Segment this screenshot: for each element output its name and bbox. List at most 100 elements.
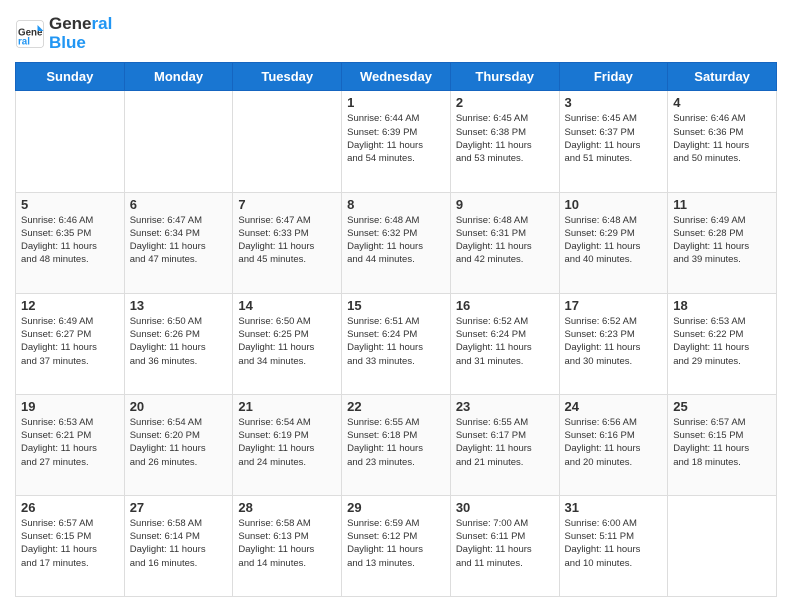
day-info: Sunrise: 6:44 AMSunset: 6:39 PMDaylight:… bbox=[347, 112, 445, 165]
day-number: 2 bbox=[456, 95, 554, 110]
day-info: Sunrise: 7:00 AMSunset: 6:11 PMDaylight:… bbox=[456, 517, 554, 570]
day-number: 30 bbox=[456, 500, 554, 515]
weekday-header-monday: Monday bbox=[124, 63, 233, 91]
calendar-cell: 12Sunrise: 6:49 AMSunset: 6:27 PMDayligh… bbox=[16, 293, 125, 394]
day-info: Sunrise: 6:55 AMSunset: 6:18 PMDaylight:… bbox=[347, 416, 445, 469]
day-number: 4 bbox=[673, 95, 771, 110]
day-number: 27 bbox=[130, 500, 228, 515]
day-number: 17 bbox=[565, 298, 663, 313]
day-number: 8 bbox=[347, 197, 445, 212]
day-number: 28 bbox=[238, 500, 336, 515]
day-info: Sunrise: 6:48 AMSunset: 6:31 PMDaylight:… bbox=[456, 214, 554, 267]
calendar-cell: 2 Sunrise: 6:45 AMSunset: 6:38 PMDaylight… bbox=[450, 91, 559, 192]
calendar-cell: 5 Sunrise: 6:46 AMSunset: 6:35 PMDaylight… bbox=[16, 192, 125, 293]
day-number: 13 bbox=[130, 298, 228, 313]
logo-text: GeneralBlue bbox=[49, 15, 112, 52]
day-info: Sunrise: 6:49 AMSunset: 6:27 PMDaylight:… bbox=[21, 315, 119, 368]
day-info: Sunrise: 6:52 AMSunset: 6:24 PMDaylight:… bbox=[456, 315, 554, 368]
day-number: 6 bbox=[130, 197, 228, 212]
calendar-cell: 20Sunrise: 6:54 AMSunset: 6:20 PMDayligh… bbox=[124, 394, 233, 495]
day-info: Sunrise: 6:49 AMSunset: 6:28 PMDaylight:… bbox=[673, 214, 771, 267]
svg-text:ral: ral bbox=[18, 36, 30, 47]
day-info: Sunrise: 6:50 AMSunset: 6:26 PMDaylight:… bbox=[130, 315, 228, 368]
weekday-header-saturday: Saturday bbox=[668, 63, 777, 91]
day-info: Sunrise: 6:52 AMSunset: 6:23 PMDaylight:… bbox=[565, 315, 663, 368]
calendar-cell: 16 Sunrise: 6:52 AMSunset: 6:24 PMDayligh… bbox=[450, 293, 559, 394]
day-number: 29 bbox=[347, 500, 445, 515]
calendar-cell: 3Sunrise: 6:45 AMSunset: 6:37 PMDaylight… bbox=[559, 91, 668, 192]
day-info: Sunrise: 6:48 AMSunset: 6:29 PMDaylight:… bbox=[565, 214, 663, 267]
day-info: Sunrise: 6:51 AMSunset: 6:24 PMDaylight:… bbox=[347, 315, 445, 368]
calendar-cell: 14 Sunrise: 6:50 AMSunset: 6:25 PMDayligh… bbox=[233, 293, 342, 394]
week-row-2: 12Sunrise: 6:49 AMSunset: 6:27 PMDayligh… bbox=[16, 293, 777, 394]
calendar-cell: 11 Sunrise: 6:49 AMSunset: 6:28 PMDayligh… bbox=[668, 192, 777, 293]
calendar-cell: 6Sunrise: 6:47 AMSunset: 6:34 PMDaylight… bbox=[124, 192, 233, 293]
calendar-cell: 8 Sunrise: 6:48 AMSunset: 6:32 PMDaylight… bbox=[342, 192, 451, 293]
calendar-cell: 24 Sunrise: 6:56 AMSunset: 6:16 PMDayligh… bbox=[559, 394, 668, 495]
day-number: 10 bbox=[565, 197, 663, 212]
weekday-header-sunday: Sunday bbox=[16, 63, 125, 91]
logo-icon: Gene ral bbox=[15, 19, 45, 49]
day-info: Sunrise: 6:55 AMSunset: 6:17 PMDaylight:… bbox=[456, 416, 554, 469]
calendar-cell: 29 Sunrise: 6:59 AMSunset: 6:12 PMDayligh… bbox=[342, 495, 451, 596]
day-info: Sunrise: 6:53 AMSunset: 6:21 PMDaylight:… bbox=[21, 416, 119, 469]
day-number: 20 bbox=[130, 399, 228, 414]
calendar-cell bbox=[668, 495, 777, 596]
day-number: 19 bbox=[21, 399, 119, 414]
calendar-cell bbox=[124, 91, 233, 192]
day-info: Sunrise: 6:59 AMSunset: 6:12 PMDaylight:… bbox=[347, 517, 445, 570]
day-number: 25 bbox=[673, 399, 771, 414]
day-number: 21 bbox=[238, 399, 336, 414]
day-info: Sunrise: 6:54 AMSunset: 6:19 PMDaylight:… bbox=[238, 416, 336, 469]
weekday-header-wednesday: Wednesday bbox=[342, 63, 451, 91]
calendar-cell: 28 Sunrise: 6:58 AMSunset: 6:13 PMDayligh… bbox=[233, 495, 342, 596]
day-number: 31 bbox=[565, 500, 663, 515]
calendar-cell: 22Sunrise: 6:55 AMSunset: 6:18 PMDayligh… bbox=[342, 394, 451, 495]
day-number: 16 bbox=[456, 298, 554, 313]
calendar-cell: 1 Sunrise: 6:44 AMSunset: 6:39 PMDaylight… bbox=[342, 91, 451, 192]
day-number: 18 bbox=[673, 298, 771, 313]
day-number: 3 bbox=[565, 95, 663, 110]
calendar-cell: 4 Sunrise: 6:46 AMSunset: 6:36 PMDaylight… bbox=[668, 91, 777, 192]
day-number: 9 bbox=[456, 197, 554, 212]
calendar-cell: 25Sunrise: 6:57 AMSunset: 6:15 PMDayligh… bbox=[668, 394, 777, 495]
day-number: 5 bbox=[21, 197, 119, 212]
calendar-cell: 26 Sunrise: 6:57 AMSunset: 6:15 PMDayligh… bbox=[16, 495, 125, 596]
weekday-header-tuesday: Tuesday bbox=[233, 63, 342, 91]
week-row-1: 5 Sunrise: 6:46 AMSunset: 6:35 PMDaylight… bbox=[16, 192, 777, 293]
day-info: Sunrise: 6:50 AMSunset: 6:25 PMDaylight:… bbox=[238, 315, 336, 368]
calendar-cell: 23 Sunrise: 6:55 AMSunset: 6:17 PMDayligh… bbox=[450, 394, 559, 495]
day-info: Sunrise: 6:53 AMSunset: 6:22 PMDaylight:… bbox=[673, 315, 771, 368]
day-number: 11 bbox=[673, 197, 771, 212]
calendar-cell: 31Sunrise: 6:00 AMSunset: 5:11 PMDayligh… bbox=[559, 495, 668, 596]
day-info: Sunrise: 6:46 AMSunset: 6:36 PMDaylight:… bbox=[673, 112, 771, 165]
weekday-header-row: SundayMondayTuesdayWednesdayThursdayFrid… bbox=[16, 63, 777, 91]
calendar-cell: 13 Sunrise: 6:50 AMSunset: 6:26 PMDayligh… bbox=[124, 293, 233, 394]
day-info: Sunrise: 6:48 AMSunset: 6:32 PMDaylight:… bbox=[347, 214, 445, 267]
day-number: 26 bbox=[21, 500, 119, 515]
day-info: Sunrise: 6:58 AMSunset: 6:13 PMDaylight:… bbox=[238, 517, 336, 570]
day-number: 23 bbox=[456, 399, 554, 414]
week-row-3: 19 Sunrise: 6:53 AMSunset: 6:21 PMDayligh… bbox=[16, 394, 777, 495]
calendar-cell: 7 Sunrise: 6:47 AMSunset: 6:33 PMDaylight… bbox=[233, 192, 342, 293]
calendar-table: SundayMondayTuesdayWednesdayThursdayFrid… bbox=[15, 62, 777, 597]
day-info: Sunrise: 6:57 AMSunset: 6:15 PMDaylight:… bbox=[21, 517, 119, 570]
day-info: Sunrise: 6:56 AMSunset: 6:16 PMDaylight:… bbox=[565, 416, 663, 469]
day-info: Sunrise: 6:58 AMSunset: 6:14 PMDaylight:… bbox=[130, 517, 228, 570]
day-info: Sunrise: 6:47 AMSunset: 6:33 PMDaylight:… bbox=[238, 214, 336, 267]
calendar-cell: 15 Sunrise: 6:51 AMSunset: 6:24 PMDayligh… bbox=[342, 293, 451, 394]
day-info: Sunrise: 6:46 AMSunset: 6:35 PMDaylight:… bbox=[21, 214, 119, 267]
logo: Gene ral GeneralBlue bbox=[15, 15, 112, 52]
day-info: Sunrise: 6:45 AMSunset: 6:38 PMDaylight:… bbox=[456, 112, 554, 165]
calendar-cell: 27 Sunrise: 6:58 AMSunset: 6:14 PMDayligh… bbox=[124, 495, 233, 596]
calendar-cell: 18 Sunrise: 6:53 AMSunset: 6:22 PMDayligh… bbox=[668, 293, 777, 394]
day-number: 14 bbox=[238, 298, 336, 313]
day-number: 24 bbox=[565, 399, 663, 414]
calendar-cell: 21 Sunrise: 6:54 AMSunset: 6:19 PMDayligh… bbox=[233, 394, 342, 495]
calendar-cell: 30 Sunrise: 7:00 AMSunset: 6:11 PMDayligh… bbox=[450, 495, 559, 596]
weekday-header-friday: Friday bbox=[559, 63, 668, 91]
day-number: 15 bbox=[347, 298, 445, 313]
day-number: 7 bbox=[238, 197, 336, 212]
header: Gene ral GeneralBlue bbox=[15, 15, 777, 52]
day-number: 1 bbox=[347, 95, 445, 110]
